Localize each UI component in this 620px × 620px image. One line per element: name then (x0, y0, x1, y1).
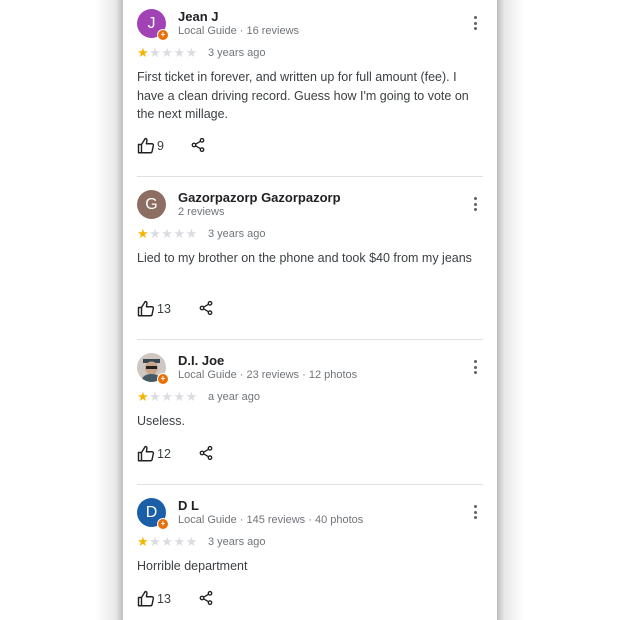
star-rating: ★★★★★ (137, 534, 198, 549)
share-icon[interactable] (198, 300, 214, 316)
star-rating: ★★★★★ (137, 226, 198, 241)
more-options-button[interactable] (469, 505, 481, 523)
review-text: First ticket in forever, and written up … (137, 70, 469, 121)
reviewer-meta: 2 reviews (178, 206, 225, 218)
divider (137, 484, 483, 485)
review-text: Horrible department (137, 559, 248, 573)
like-count: 9 (157, 139, 164, 153)
more-vert-icon (473, 16, 477, 19)
local-guide-badge-icon: + (157, 518, 169, 530)
share-icon[interactable] (198, 590, 214, 606)
local-guide-badge-icon: + (157, 29, 169, 41)
share-icon[interactable] (190, 137, 206, 153)
local-guide-badge-icon: + (157, 373, 169, 385)
reviewer-name[interactable]: Jean J (178, 9, 218, 24)
star-rating: ★★★★★ (137, 45, 198, 60)
review-time: 3 years ago (208, 228, 266, 240)
thumb-up-outline-icon[interactable] (137, 137, 155, 155)
more-options-button[interactable] (469, 360, 481, 378)
reviewer-name[interactable]: D L (178, 498, 199, 513)
like-count: 12 (157, 447, 171, 461)
like-count: 13 (157, 592, 171, 606)
reviewer-meta: Local Guide · 16 reviews (178, 25, 300, 37)
divider (137, 339, 483, 340)
star-rating: ★★★★★ (137, 389, 198, 404)
avatar-letter: G (145, 195, 158, 213)
more-options-button[interactable] (469, 197, 481, 215)
avatar[interactable]: + (137, 353, 169, 385)
thumb-up-outline-icon[interactable] (137, 300, 155, 318)
divider (137, 176, 483, 177)
avatar[interactable]: G (137, 190, 166, 219)
reviewer-name[interactable]: Gazorpazorp Gazorpazorp (178, 190, 341, 205)
more-vert-icon (473, 360, 477, 363)
left-backdrop (0, 0, 123, 620)
reviews-list[interactable]: J + Jean J Local Guide · 16 reviews ★★★★… (123, 0, 497, 620)
share-icon[interactable] (198, 445, 214, 461)
reviewer-meta: Local Guide · 145 reviews · 40 photos (178, 514, 364, 526)
thumb-up-outline-icon[interactable] (137, 590, 155, 608)
more-vert-icon (473, 505, 477, 508)
like-count: 13 (157, 302, 171, 316)
avatar-letter: D (145, 503, 158, 521)
review-time: 3 years ago (208, 47, 266, 59)
more-options-button[interactable] (469, 16, 481, 34)
review-text: Useless. (137, 414, 185, 428)
review-time: 3 years ago (208, 536, 266, 548)
avatar-letter: J (147, 14, 156, 32)
right-backdrop (497, 0, 620, 620)
avatar[interactable]: D + (137, 498, 169, 530)
avatar[interactable]: J + (137, 9, 169, 41)
thumb-up-outline-icon[interactable] (137, 445, 155, 463)
review-text: Lied to my brother on the phone and took… (137, 251, 472, 265)
more-vert-icon (473, 197, 477, 200)
review-time: a year ago (208, 391, 260, 403)
reviewer-meta: Local Guide · 23 reviews · 12 photos (178, 369, 358, 381)
reviewer-name[interactable]: D.I. Joe (178, 353, 224, 368)
